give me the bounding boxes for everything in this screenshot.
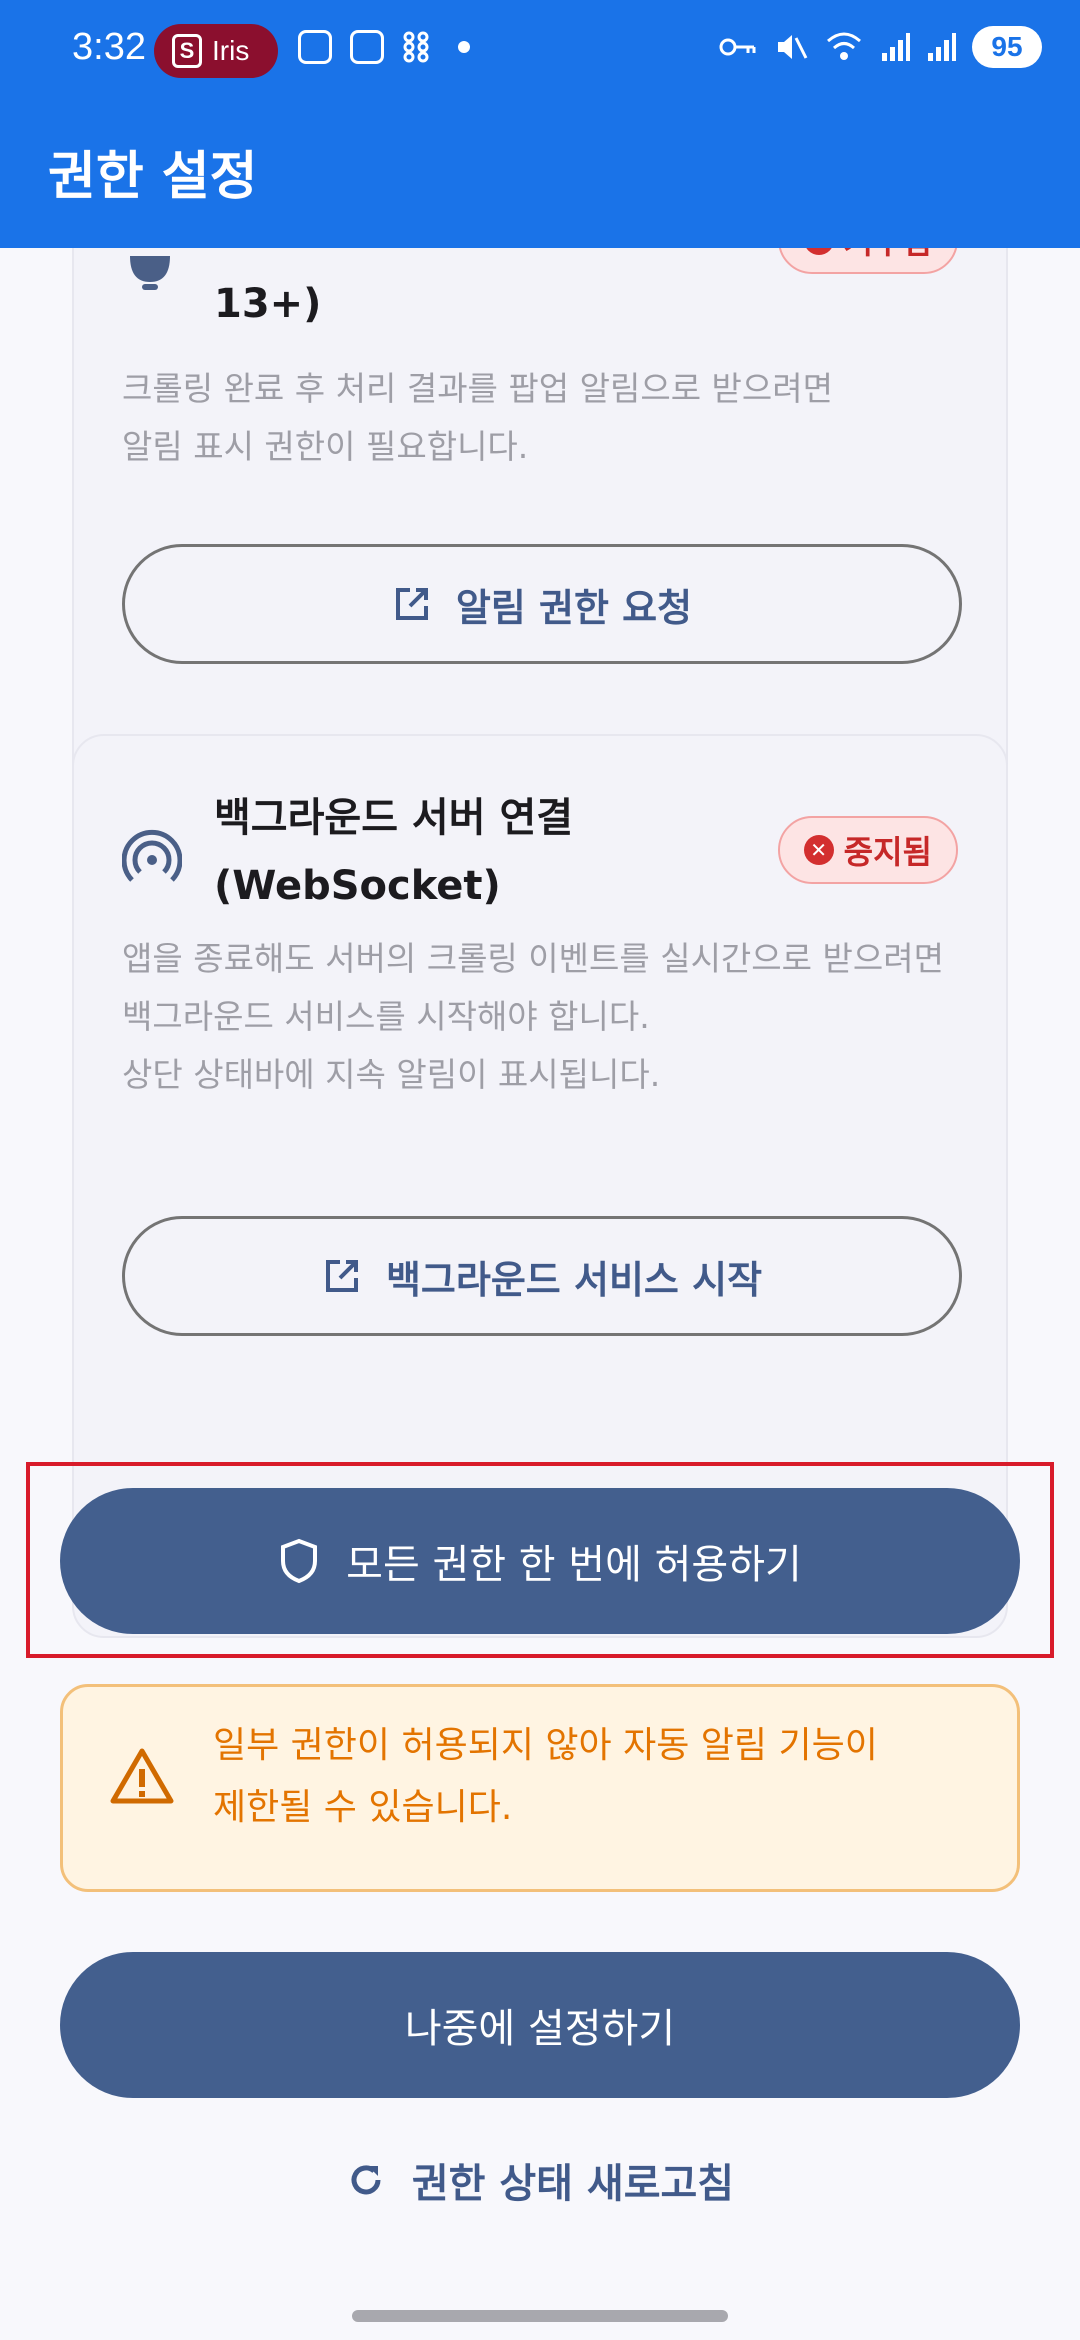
refresh-label: 권한 상태 새로고침 xyxy=(411,2161,735,2207)
warning-text: 일부 권한이 허용되지 않아 자동 알림 기능이 제한될 수 있습니다. xyxy=(213,1725,878,1828)
iris-chip[interactable]: S Iris xyxy=(154,24,278,78)
home-indicator[interactable] xyxy=(352,2310,728,2322)
allow-all-label: 모든 권한 한 번에 허용하기 xyxy=(346,1542,802,1588)
refresh-permissions-link[interactable]: 권한 상태 새로고침 xyxy=(0,2140,1080,2220)
status-badge-stopped: ✕ 중지됨 xyxy=(777,816,958,884)
background-card-title: 백그라운드 서버 연결 xyxy=(214,795,574,841)
error-icon: ✕ xyxy=(803,835,834,865)
set-later-button[interactable]: 나중에 설정하기 xyxy=(60,1952,1020,2098)
allow-all-permissions-button[interactable]: 모든 권한 한 번에 허용하기 xyxy=(60,1488,1020,1634)
broadcast-icon xyxy=(122,829,182,882)
face-scan-icon xyxy=(298,30,332,64)
warning-icon xyxy=(110,1748,174,1804)
mute-icon xyxy=(778,35,808,59)
request-notification-button[interactable]: 알림 권한 요청 xyxy=(122,544,962,664)
signal-icon xyxy=(882,33,910,61)
notification-icons xyxy=(298,30,470,64)
bell-icon xyxy=(130,256,170,290)
page-title: 권한 설정 xyxy=(48,147,258,207)
badge-label: 중지됨 xyxy=(843,833,932,871)
screenshot-icon xyxy=(350,30,384,64)
battery-level: 95 xyxy=(972,26,1042,68)
set-later-label: 나중에 설정하기 xyxy=(404,2006,676,2052)
open-external-icon xyxy=(395,588,428,620)
start-background-service-button[interactable]: 백그라운드 서비스 시작 xyxy=(122,1216,962,1336)
iris-logo-icon: S xyxy=(172,34,202,68)
notification-card-description: 크롤링 완료 후 처리 결과를 팝업 알림으로 받으려면 알림 표시 권한이 필… xyxy=(122,369,833,466)
system-icons: 95 xyxy=(718,26,1042,68)
vpn-key-icon xyxy=(719,38,756,56)
start-background-service-label: 백그라운드 서비스 시작 xyxy=(385,1257,763,1302)
badge-label: 거부됨 xyxy=(844,248,932,263)
error-icon: ✕ xyxy=(803,248,834,255)
shield-icon xyxy=(281,1538,318,1584)
more-notifications-dot-icon xyxy=(458,41,470,53)
refresh-icon xyxy=(351,2165,381,2195)
signal-icon-2 xyxy=(928,33,956,61)
background-card-subtitle: (WebSocket) xyxy=(214,863,501,909)
wifi-icon xyxy=(827,32,861,60)
notification-card-title: 13+) xyxy=(214,281,322,327)
permission-list[interactable]: 13+) ✕ 거부됨 크롤링 완료 후 처리 결과를 팝업 알림으로 받으려면 … xyxy=(0,248,1080,2340)
status-time: 3:32 xyxy=(72,26,146,68)
status-badge-denied: ✕ 거부됨 xyxy=(777,248,958,274)
warning-banner: 일부 권한이 허용되지 않아 자동 알림 기능이 제한될 수 있습니다. xyxy=(60,1684,1020,1892)
request-notification-label: 알림 권한 요청 xyxy=(455,585,693,630)
app-bar: 권한 설정 xyxy=(0,100,1080,248)
background-card-description: 앱을 종료해도 서버의 크롤링 이벤트를 실시간으로 받으려면 백그라운드 서비… xyxy=(122,939,944,1094)
dots-grid-icon xyxy=(403,31,429,63)
open-external-icon xyxy=(325,1260,358,1292)
status-bar: 3:32 S Iris 95 xyxy=(0,0,1080,100)
iris-chip-label: Iris xyxy=(212,35,250,66)
